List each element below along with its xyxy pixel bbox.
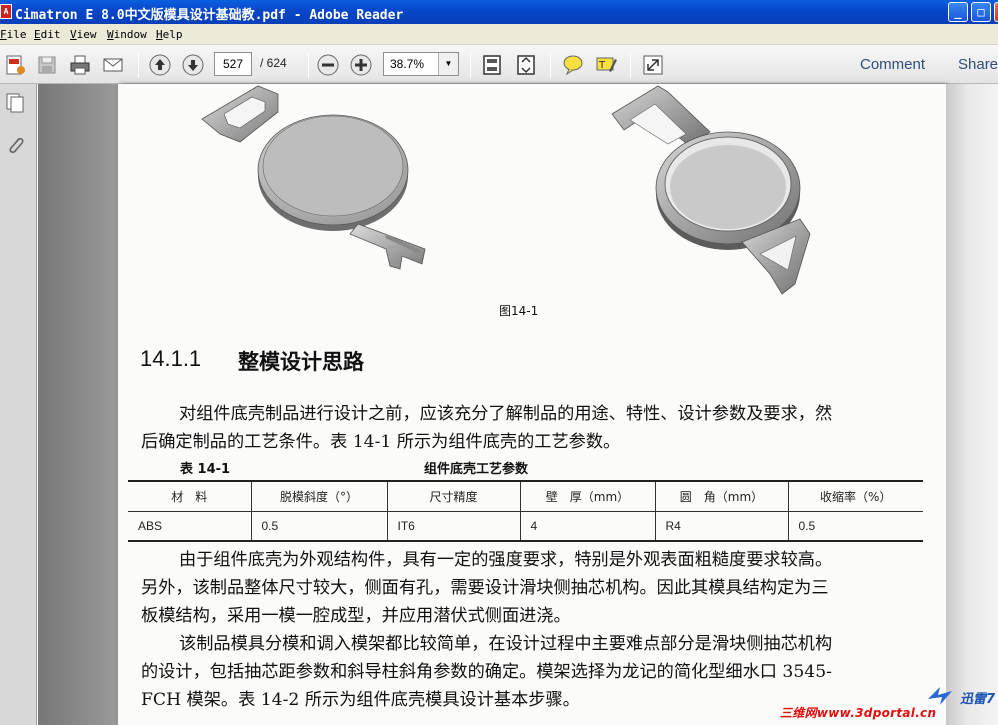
- figure-part-closed-view: [201, 85, 426, 270]
- table-cell: 0.5: [250, 511, 387, 541]
- save-icon[interactable]: [35, 53, 59, 77]
- share-button[interactable]: Share: [958, 56, 998, 73]
- title-bar: A Cimatron E 8.0中文版模具设计基础教.pdf - Adobe R…: [0, 0, 998, 24]
- paragraph-line: 板模结构，采用一模一腔成型，并应用潜伏式侧面进浇。: [141, 606, 571, 626]
- menu-help[interactable]: Help: [156, 28, 183, 41]
- figure-caption: 图14-1: [499, 304, 539, 318]
- paragraph-line: 该制品模具分模和调入模架都比较简单，在设计过程中主要难点部分是滑块侧抽芯机构: [179, 634, 833, 654]
- svg-text:T: T: [598, 60, 606, 71]
- full-screen-icon[interactable]: [641, 53, 665, 77]
- menu-window[interactable]: Window: [107, 28, 147, 41]
- chevron-down-icon[interactable]: ▼: [438, 53, 458, 75]
- attachments-icon[interactable]: [4, 134, 26, 156]
- site-watermark: 三维网www.3dportal.cn: [780, 706, 937, 720]
- zoom-value: 38.7%: [390, 57, 425, 71]
- table-cell: 4: [519, 511, 655, 541]
- table-header-cell: 收缩率（%）: [787, 481, 923, 512]
- table-cell: ABS: [138, 518, 163, 533]
- toolbar: T: [0, 44, 998, 84]
- figure-part-open-view: [611, 85, 811, 295]
- table-row: ABS 0.5 IT6 4 R4 0.5: [128, 511, 923, 541]
- xunlei-watermark: 迅雷7: [926, 685, 998, 707]
- page-gutter: [38, 84, 118, 725]
- section-number: 14.1.1: [140, 346, 202, 371]
- paragraph-line: 另外，该制品整体尺寸较大，侧面有孔，需要设计滑块侧抽芯机构。因此其模具结构定为三: [141, 578, 829, 598]
- page-total: / 624: [260, 56, 287, 70]
- menu-file[interactable]: File: [0, 28, 27, 41]
- section-title: 整模设计思路: [238, 350, 364, 374]
- pages-panel-icon[interactable]: [4, 92, 26, 114]
- menu-view[interactable]: View: [70, 28, 97, 41]
- fit-width-icon[interactable]: [514, 53, 538, 77]
- email-icon[interactable]: [101, 53, 125, 77]
- table-cell: R4: [654, 511, 788, 541]
- highlight-icon[interactable]: T: [594, 53, 618, 77]
- zoom-select[interactable]: 38.7% ▼: [383, 52, 459, 76]
- table-header-cell: 尺寸精度: [386, 481, 520, 512]
- minimize-button[interactable]: _: [948, 2, 968, 22]
- page-number-input[interactable]: 527: [214, 52, 252, 76]
- navigation-pane: [0, 84, 37, 725]
- paragraph-line: 由于组件底壳为外观结构件，具有一定的强度要求，特别是外观表面粗糙度要求较高。: [179, 550, 833, 570]
- menu-bar: File Edit View Window Help: [0, 24, 998, 44]
- paragraph-line: 后确定制品的工艺条件。表 14-1 所示为组件底壳的工艺参数。: [141, 432, 621, 452]
- process-parameter-table: 材 料 脱模斜度（°） 尺寸精度 壁 厚（mm） 圆 角（mm） 收缩率（%） …: [128, 480, 923, 542]
- sticky-note-icon[interactable]: [561, 53, 585, 77]
- table-header-cell: 壁 厚（mm）: [519, 481, 655, 512]
- table-cell: IT6: [386, 511, 520, 541]
- create-pdf-icon[interactable]: [3, 53, 27, 77]
- table-label: 表 14-1: [180, 462, 231, 477]
- adobe-reader-icon: A: [0, 4, 12, 19]
- zoom-in-icon[interactable]: [349, 53, 373, 77]
- xunlei-watermark-text: 迅雷7: [960, 692, 996, 707]
- zoom-out-icon[interactable]: [316, 53, 340, 77]
- window-title: Cimatron E 8.0中文版模具设计基础教.pdf - Adobe Rea…: [15, 8, 404, 23]
- fit-page-icon[interactable]: [480, 53, 504, 77]
- previous-page-icon[interactable]: [148, 53, 172, 77]
- page-gutter-right: [946, 84, 998, 725]
- table-header-row: 材 料 脱模斜度（°） 尺寸精度 壁 厚（mm） 圆 角（mm） 收缩率（%）: [128, 481, 923, 512]
- table-header-cell: 脱模斜度（°）: [250, 481, 387, 512]
- next-page-icon[interactable]: [181, 53, 205, 77]
- table-header-cell: 圆 角（mm）: [654, 481, 788, 512]
- paragraph-line: FCH 模架。表 14-2 所示为组件底壳模具设计基本步骤。: [141, 690, 580, 710]
- print-icon[interactable]: [68, 53, 92, 77]
- table-cell: 0.5: [787, 511, 923, 541]
- table-header-cell: 材 料: [128, 481, 251, 512]
- menu-edit[interactable]: Edit: [34, 28, 61, 41]
- maximize-button[interactable]: □: [971, 2, 991, 22]
- close-button[interactable]: ×: [994, 2, 998, 22]
- paragraph-line: 对组件底壳制品进行设计之前，应该充分了解制品的用途、特性、设计参数及要求，然: [179, 404, 833, 424]
- comment-button[interactable]: Comment: [860, 56, 925, 73]
- paragraph-line: 的设计，包括抽芯距参数和斜导柱斜角参数的确定。模架选择为龙记的简化型细水口 35…: [141, 662, 832, 682]
- table-title: 组件底壳工艺参数: [424, 462, 529, 477]
